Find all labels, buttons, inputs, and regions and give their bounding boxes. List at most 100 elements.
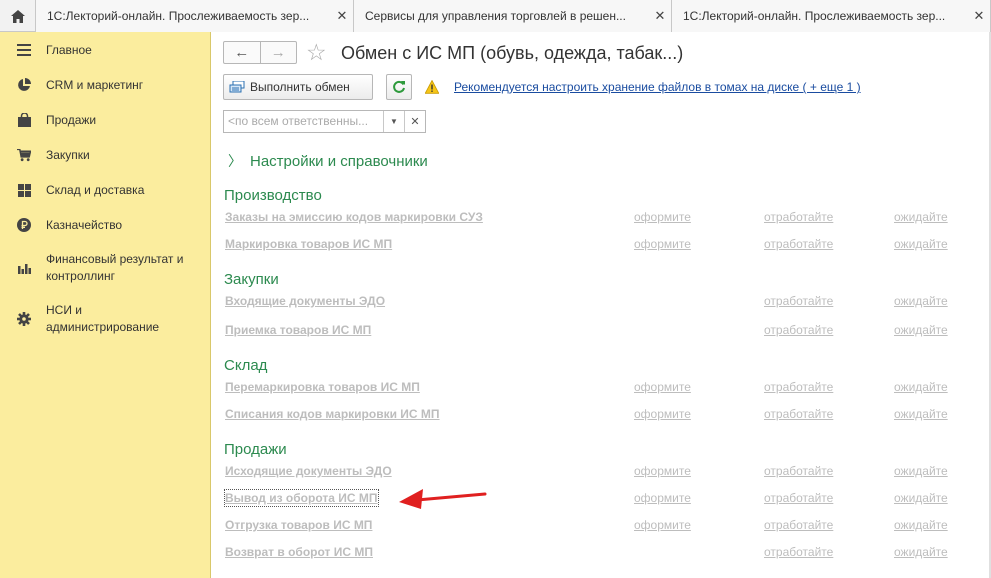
arrow-right-icon: → <box>270 44 286 61</box>
row-wait-link[interactable]: ожидайте <box>894 406 948 422</box>
grid-icon <box>17 183 31 197</box>
star-icon[interactable]: ☆ <box>306 39 327 65</box>
row-wait-link[interactable]: ожидайте <box>894 236 948 252</box>
row-process-link[interactable]: отработайте <box>764 406 833 422</box>
tab-lektoriy-1[interactable]: 1С:Лекторий-онлайн. Прослеживаемость зер… <box>36 0 354 32</box>
sidebar-item-label: CRM и маркетинг <box>46 78 144 92</box>
row-process-link[interactable]: отработайте <box>764 236 833 252</box>
sidebar-item-label: Закупки <box>46 148 90 162</box>
row-link-remarking[interactable]: Перемаркировка товаров ИС МП <box>225 379 420 395</box>
row-draft-link[interactable]: оформите <box>634 236 691 252</box>
forward-button[interactable]: → <box>259 42 297 63</box>
row-process-link[interactable]: отработайте <box>764 322 833 338</box>
row-link-return-circulation[interactable]: Возврат в оборот ИС МП <box>225 544 373 560</box>
sidebar-item-label: НСИ и администрирование <box>46 303 160 334</box>
row-wait-link[interactable]: ожидайте <box>894 463 948 479</box>
close-icon[interactable]: ✕ <box>331 8 353 24</box>
main-panel: ← → ☆ Обмен с ИС МП (обувь, одежда, таба… <box>212 32 991 578</box>
responsible-filter-input[interactable]: <по всем ответственны... <box>224 111 383 132</box>
row-process-link[interactable]: отработайте <box>764 544 833 560</box>
sidebar-item-admin[interactable]: НСИ и администрирование <box>0 302 211 338</box>
row-wait-link[interactable]: ожидайте <box>894 209 948 225</box>
sidebar-item-label: Казначейство <box>46 218 123 232</box>
tab-label: 1С:Лекторий-онлайн. Прослеживаемость зер… <box>683 9 946 23</box>
section-title-warehouse: Склад <box>224 357 268 374</box>
nav-buttons: ← → <box>223 41 297 64</box>
row-link-withdrawal[interactable]: Вывод из оборота ИС МП <box>224 489 379 507</box>
row-process-link[interactable]: отработайте <box>764 517 833 533</box>
sidebar-item-label: Продажи <box>46 113 97 127</box>
responsible-filter[interactable]: <по всем ответственны... ▼ ✕ <box>223 110 426 133</box>
dropdown-icon[interactable]: ▼ <box>383 111 404 132</box>
section-title-purchases: Закупки <box>224 271 279 288</box>
clear-icon[interactable]: ✕ <box>404 111 425 132</box>
row-draft-link[interactable]: оформите <box>634 379 691 395</box>
row-link-incoming-edo[interactable]: Входящие документы ЭДО <box>225 293 385 309</box>
back-button[interactable]: ← <box>224 42 260 63</box>
bar-chart-icon <box>17 261 31 275</box>
row-draft-link[interactable]: оформите <box>634 406 691 422</box>
row-wait-link[interactable]: ожидайте <box>894 322 948 338</box>
shopping-bag-icon <box>17 113 31 127</box>
row-wait-link[interactable]: ожидайте <box>894 517 948 533</box>
row-wait-link[interactable]: ожидайте <box>894 490 948 506</box>
row-draft-link[interactable]: оформите <box>634 463 691 479</box>
gear-icon <box>17 312 31 326</box>
settings-label: Настройки и справочники <box>250 152 428 170</box>
red-arrow-annotation <box>399 489 487 509</box>
sidebar-item-crm[interactable]: CRM и маркетинг <box>0 76 211 96</box>
row-process-link[interactable]: отработайте <box>764 209 833 225</box>
tab-label: Сервисы для управления торговлей в решен… <box>365 9 626 23</box>
row-link-goods-receipt[interactable]: Приемка товаров ИС МП <box>225 322 371 338</box>
home-icon <box>10 9 25 23</box>
row-wait-link[interactable]: ожидайте <box>894 544 948 560</box>
sidebar-item-purchases[interactable]: Закупки <box>0 146 211 166</box>
row-process-link[interactable]: отработайте <box>764 463 833 479</box>
tab-lektoriy-2[interactable]: 1С:Лекторий-онлайн. Прослеживаемость зер… <box>672 0 991 32</box>
arrow-left-icon: ← <box>234 44 250 61</box>
sidebar-item-finance[interactable]: Финансовый результат и контроллинг <box>0 251 211 287</box>
section-title-sales: Продажи <box>224 441 287 458</box>
section-title-production: Производство <box>224 187 322 204</box>
row-draft-link[interactable]: оформите <box>634 490 691 506</box>
sidebar: Главное CRM и маркетинг Продажи Закупки … <box>0 32 211 578</box>
pie-chart-icon <box>17 78 31 92</box>
row-wait-link[interactable]: ожидайте <box>894 379 948 395</box>
sidebar-item-label: Финансовый результат и контроллинг <box>46 252 184 283</box>
row-process-link[interactable]: отработайте <box>764 293 833 309</box>
page-title: Обмен с ИС МП (обувь, одежда, табак...) <box>341 43 684 63</box>
execute-exchange-label: Выполнить обмен <box>250 80 350 94</box>
close-icon[interactable]: ✕ <box>649 8 671 24</box>
refresh-icon <box>393 80 405 93</box>
sidebar-item-warehouse[interactable]: Склад и доставка <box>0 181 211 201</box>
row-link-outgoing-edo[interactable]: Исходящие документы ЭДО <box>225 463 392 479</box>
refresh-button[interactable] <box>386 74 412 100</box>
row-wait-link[interactable]: ожидайте <box>894 293 948 309</box>
ruble-icon <box>17 218 31 232</box>
tab-label: 1С:Лекторий-онлайн. Прослеживаемость зер… <box>47 9 310 23</box>
row-link-goods-marking[interactable]: Маркировка товаров ИС МП <box>225 236 392 252</box>
settings-and-references-toggle[interactable]: 〉 Настройки и справочники <box>228 151 428 171</box>
file-storage-warning-link[interactable]: Рекомендуется настроить хранение файлов … <box>454 80 861 94</box>
sidebar-item-sales[interactable]: Продажи <box>0 111 211 131</box>
tab-bar: 1С:Лекторий-онлайн. Прослеживаемость зер… <box>0 0 991 32</box>
sidebar-item-treasury[interactable]: Казначейство <box>0 216 211 236</box>
row-draft-link[interactable]: оформите <box>634 517 691 533</box>
close-icon[interactable]: ✕ <box>968 8 990 24</box>
row-link-emission-orders[interactable]: Заказы на эмиссию кодов маркировки СУЗ <box>225 209 483 225</box>
warning-icon <box>425 80 439 94</box>
sidebar-item-label: Склад и доставка <box>46 183 145 197</box>
sidebar-item-main[interactable]: Главное <box>0 41 211 61</box>
execute-exchange-button[interactable]: Выполнить обмен <box>223 74 373 100</box>
row-process-link[interactable]: отработайте <box>764 379 833 395</box>
tab-services[interactable]: Сервисы для управления торговлей в решен… <box>354 0 672 32</box>
home-button[interactable] <box>0 0 36 32</box>
exchange-icon <box>224 81 250 93</box>
row-link-shipment[interactable]: Отгрузка товаров ИС МП <box>225 517 372 533</box>
sidebar-item-label: Главное <box>46 43 92 57</box>
row-process-link[interactable]: отработайте <box>764 490 833 506</box>
row-link-code-writeoff[interactable]: Списания кодов маркировки ИС МП <box>225 406 440 422</box>
cart-icon <box>17 148 31 162</box>
row-draft-link[interactable]: оформите <box>634 209 691 225</box>
chevron-right-icon: 〉 <box>228 153 242 169</box>
